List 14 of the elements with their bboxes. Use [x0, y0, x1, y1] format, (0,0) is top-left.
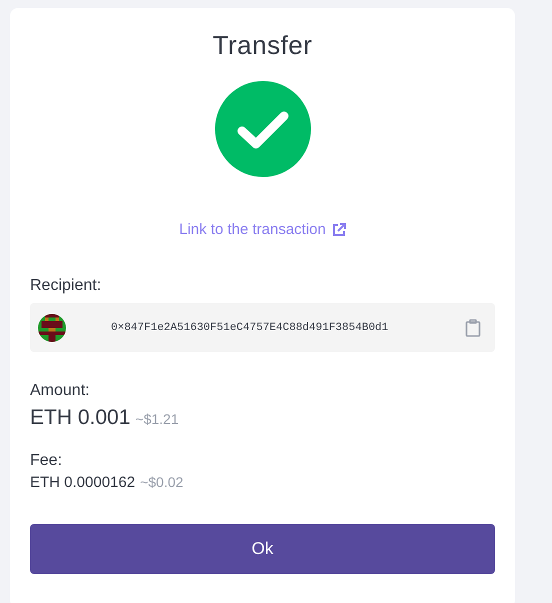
fee-fiat: ~$0.02	[140, 474, 184, 490]
ok-button[interactable]: Ok	[30, 524, 495, 574]
dialog-title: Transfer	[212, 30, 312, 61]
recipient-address: 0×847F1e2A51630F51eC4757E4C88d491F3854B0d1	[111, 322, 390, 334]
fee-value: ETH 0.0000162	[30, 474, 136, 491]
avatar-icon	[38, 314, 66, 342]
fee-label: Fee:	[30, 452, 62, 470]
success-check-icon	[214, 81, 310, 177]
amount-value: ETH 0.001	[30, 406, 130, 430]
amount-label: Amount:	[30, 382, 90, 400]
external-link-icon	[332, 222, 346, 236]
amount-fiat: ~$1.21	[135, 411, 179, 427]
clipboard-icon[interactable]	[465, 318, 481, 336]
recipient-label: Recipient:	[30, 277, 102, 295]
